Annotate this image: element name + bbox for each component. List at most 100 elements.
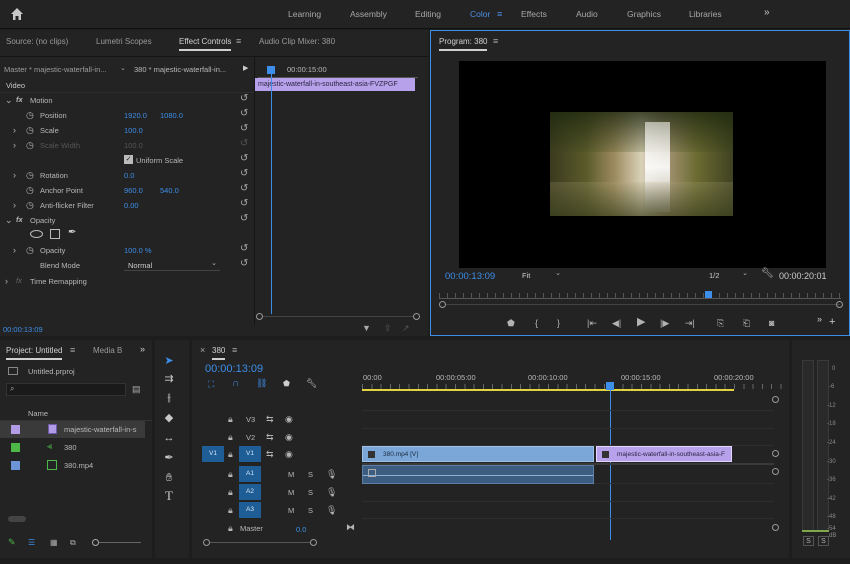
color-label-swatch[interactable] [11, 425, 20, 434]
tab-sequence[interactable]: 380 [212, 346, 226, 360]
export-icon[interactable]: ⇪ [384, 323, 392, 334]
extract-icon[interactable]: ⎗ [743, 318, 750, 328]
fit-select[interactable]: Fit ⌄ [518, 269, 564, 281]
more-workspaces-icon[interactable]: » [764, 7, 770, 18]
program-zoom-handle-right[interactable] [836, 301, 843, 308]
add-button-icon[interactable]: + [829, 316, 835, 328]
type-tool-icon[interactable]: T [161, 488, 177, 504]
step-back-icon[interactable]: ◀| [612, 318, 621, 328]
sync-lock-icon[interactable]: ⇆ [266, 414, 274, 424]
eye-icon[interactable]: ◉ [285, 449, 293, 459]
workspace-editing[interactable]: Editing [415, 9, 441, 19]
chevron-right-icon[interactable]: › [5, 276, 8, 286]
tab-project[interactable]: Project: Untitled [6, 346, 63, 360]
project-scrollbar[interactable] [8, 516, 26, 522]
chevron-expanded-icon[interactable]: ⌄ [5, 95, 13, 105]
graphic-clip-waterfall[interactable]: majestic-waterfall-in-southeast-asia-F [596, 446, 732, 462]
ec-zoom-handle-left[interactable] [256, 313, 263, 320]
master-track-value[interactable]: 0.0 [296, 525, 306, 534]
program-title[interactable]: Program: 380 [439, 37, 488, 51]
reset-anchor-icon[interactable]: ↺ [240, 184, 250, 194]
pen-mask-icon[interactable]: ✒ [68, 227, 76, 238]
lock-icon[interactable]: 🔒︎ [228, 414, 233, 424]
ellipse-mask-icon[interactable] [30, 230, 43, 238]
reset-opacity-icon[interactable]: ↺ [240, 244, 250, 254]
list-item[interactable]: ⫷ 380 [0, 439, 145, 456]
home-icon[interactable] [10, 7, 24, 21]
more-controls-icon[interactable]: » [817, 314, 822, 324]
workspace-learning[interactable]: Learning [288, 9, 321, 19]
stopwatch-icon[interactable]: ◷ [26, 245, 34, 255]
solo-button[interactable]: S [308, 488, 313, 497]
icon-view-icon[interactable]: ▦ [50, 538, 58, 547]
selection-tool-icon[interactable]: ➤ [161, 353, 177, 369]
vertical-scroll-handle[interactable] [772, 524, 779, 531]
reset-position-icon[interactable]: ↺ [240, 109, 250, 119]
mute-button[interactable]: M [288, 506, 294, 515]
hand-tool-icon[interactable]: ✋︎ [161, 470, 177, 486]
reset-opacity-section-icon[interactable]: ↺ [240, 214, 250, 224]
more-tabs-icon[interactable]: » [140, 344, 145, 354]
solo-left-button[interactable]: S [803, 536, 814, 546]
position-x-value[interactable]: 1920.0 [124, 111, 147, 120]
position-y-value[interactable]: 1080.0 [160, 111, 183, 120]
vertical-scroll-handle[interactable] [772, 468, 779, 475]
panel-menu-icon[interactable]: ≡ [70, 345, 75, 355]
panel-menu-icon[interactable]: ≡ [493, 36, 498, 46]
solo-button[interactable]: S [308, 470, 313, 479]
lift-icon[interactable]: ⎘ [717, 318, 724, 328]
workspace-effects[interactable]: Effects [521, 9, 547, 19]
tab-media-browser[interactable]: Media B [93, 346, 122, 355]
sync-lock-icon[interactable]: ⇆ [266, 432, 274, 442]
source-patch-v1[interactable]: V1 [202, 446, 224, 462]
track-target-a1[interactable]: A1 [239, 466, 261, 482]
vertical-scroll-handle[interactable] [772, 396, 779, 403]
ripple-edit-tool-icon[interactable]: ⫲ [161, 390, 177, 406]
lock-icon[interactable]: 🔒︎ [228, 505, 233, 515]
workspace-color[interactable]: Color [470, 9, 490, 19]
settings-wrench-icon[interactable]: 🔧︎ [306, 378, 317, 389]
rectangle-mask-icon[interactable] [50, 229, 60, 239]
linked-selection-icon[interactable]: ⛓ [256, 378, 267, 389]
nest-icon[interactable]: ⛶ [208, 379, 214, 390]
anchor-x-value[interactable]: 960.0 [124, 186, 143, 195]
vertical-scroll-handle[interactable] [772, 450, 779, 457]
program-zoom-handle-left[interactable] [439, 301, 446, 308]
color-label-swatch[interactable] [11, 461, 20, 470]
marker-icon[interactable]: ⬟ [507, 318, 515, 328]
list-item[interactable]: majestic-waterfall-in-s [0, 421, 145, 438]
stopwatch-icon[interactable]: ◷ [26, 125, 34, 135]
list-view-icon[interactable]: ☰ [28, 538, 35, 547]
pencil-icon[interactable]: ✎ [8, 537, 16, 548]
reset-blend-icon[interactable]: ↺ [240, 259, 250, 269]
chevron-right-icon[interactable]: › [13, 125, 16, 135]
video-clip-380[interactable]: 380.mp4 [V] [362, 446, 594, 462]
microphone-icon[interactable]: 🎙︎ [326, 487, 337, 497]
zoom-slider-handle[interactable] [92, 539, 99, 546]
add-marker-icon[interactable]: ⬟ [283, 379, 290, 388]
audio-clip-380[interactable] [362, 465, 594, 484]
new-bin-icon[interactable]: ▤ [132, 384, 141, 395]
go-to-end-icon[interactable]: ⧓ [346, 522, 355, 532]
chevron-right-icon[interactable]: › [13, 200, 16, 210]
eye-icon[interactable]: ◉ [285, 414, 293, 424]
work-area-bar[interactable] [362, 389, 734, 391]
tab-audio-clip-mixer[interactable]: Audio Clip Mixer: 380 [259, 37, 335, 46]
mark-in-icon[interactable]: { [535, 318, 538, 328]
lock-icon[interactable]: 🔒︎ [228, 432, 233, 442]
program-ruler[interactable] [439, 293, 841, 299]
reset-antiflicker-icon[interactable]: ↺ [240, 199, 250, 209]
rotation-value[interactable]: 0.0 [124, 171, 134, 180]
play-button[interactable]: ▶ [637, 317, 645, 328]
sync-lock-icon[interactable]: ⇆ [266, 449, 274, 459]
tab-lumetri-scopes[interactable]: Lumetri Scopes [96, 37, 152, 46]
chevron-right-icon[interactable]: › [13, 245, 16, 255]
go-to-out-icon[interactable]: ⇥| [685, 318, 695, 328]
eye-icon[interactable]: ◉ [285, 432, 293, 442]
mute-button[interactable]: M [288, 488, 294, 497]
lock-icon[interactable]: 🔒︎ [228, 487, 233, 497]
chevron-expanded-icon[interactable]: ⌄ [5, 215, 13, 225]
slip-tool-icon[interactable]: ↔ [161, 430, 177, 446]
mark-out-icon[interactable]: } [557, 318, 560, 328]
scale-value[interactable]: 100.0 [124, 126, 143, 135]
